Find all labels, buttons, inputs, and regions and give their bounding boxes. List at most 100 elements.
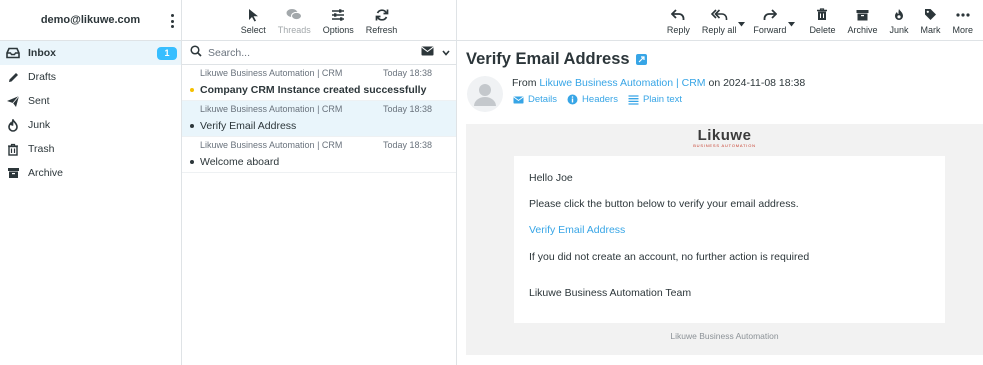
options-label: Options	[322, 25, 354, 35]
info-icon	[567, 94, 578, 105]
select-label: Select	[240, 25, 266, 35]
trash-icon	[816, 7, 828, 22]
list-toolbar: Select Threads Options Refresh	[182, 0, 456, 41]
tag-icon	[924, 7, 937, 22]
delete-label: Delete	[809, 25, 836, 35]
archive-icon	[856, 7, 869, 22]
reply-all-icon	[710, 7, 728, 22]
folder-sent[interactable]: Sent	[0, 89, 181, 113]
threads-button[interactable]: Threads	[272, 7, 317, 35]
forward-button[interactable]: Forward	[747, 7, 792, 35]
mail-content-card: Hello Joe Please click the button below …	[514, 156, 945, 323]
header-links: Details Headers Plain text	[513, 94, 682, 105]
message-from: Likuwe Business Automation | CRM	[200, 140, 343, 150]
folder-list: Inbox 1 Drafts Sent Junk Trash Archive	[0, 41, 181, 185]
sliders-icon	[331, 7, 345, 22]
unread-count-badge: 1	[157, 47, 177, 60]
reply-all-button[interactable]: Reply all	[696, 7, 743, 35]
kebab-icon[interactable]	[167, 13, 177, 29]
message-subject: Company CRM Instance created successfull…	[200, 84, 427, 96]
details-label: Details	[528, 94, 558, 105]
junk-label: Junk	[889, 25, 909, 35]
forward-dropdown-caret-icon[interactable]	[788, 18, 796, 30]
message-subject: Verify Email Address	[200, 120, 297, 132]
sender-link[interactable]: Likuwe Business Automation | CRM	[539, 77, 705, 89]
signature-text: Likuwe Business Automation Team	[529, 287, 692, 299]
folder-trash[interactable]: Trash	[0, 137, 181, 161]
junk-button[interactable]: Junk	[883, 7, 914, 35]
folder-label: Archive	[28, 167, 64, 179]
more-label: More	[952, 25, 973, 35]
ellipsis-icon	[956, 7, 970, 22]
folder-pane: demo@likuwe.com Inbox 1 Drafts Sent Junk…	[0, 0, 181, 365]
search-icon[interactable]	[190, 45, 202, 60]
forward-icon	[763, 7, 777, 22]
folder-inbox[interactable]: Inbox 1	[0, 41, 181, 65]
folder-junk[interactable]: Junk	[0, 113, 181, 137]
reply-icon	[671, 7, 685, 22]
message-subject: Welcome aboard	[200, 156, 280, 168]
trash-icon	[6, 142, 20, 156]
envelope-icon	[513, 96, 524, 103]
mail-footer: Likuwe Business Automation	[670, 331, 779, 341]
message-view-pane: Reply Reply all Forward Delete Archive J…	[457, 0, 983, 365]
headers-label: Headers	[582, 94, 618, 105]
forward-label: Forward	[753, 25, 787, 35]
folder-archive[interactable]: Archive	[0, 161, 181, 185]
inbox-icon	[6, 46, 20, 60]
open-in-new-window-icon[interactable]	[635, 54, 647, 65]
sent-date: on 2024-11-08 18:38	[708, 77, 806, 89]
reply-all-label: Reply all	[701, 25, 737, 35]
folder-label: Inbox	[28, 47, 56, 59]
company-logo: Likuwe BUSINESS AUTOMATION	[466, 127, 983, 148]
folder-label: Drafts	[28, 71, 57, 83]
message-list-pane: Select Threads Options Refresh Search...…	[182, 0, 456, 365]
sender-line: From Likuwe Business Automation | CRM on…	[512, 77, 805, 89]
archive-label: Archive	[847, 25, 878, 35]
headers-link[interactable]: Headers	[567, 94, 618, 105]
mail-toolbar: Reply Reply all Forward Delete Archive J…	[457, 0, 983, 41]
read-dot-icon	[190, 160, 194, 164]
mark-button[interactable]: Mark	[914, 7, 946, 35]
mail-subject-text: Verify Email Address	[466, 50, 630, 68]
refresh-icon	[375, 7, 389, 22]
verify-email-link[interactable]: Verify Email Address	[529, 224, 625, 236]
mail-header: Verify Email Address From Likuwe Busines…	[457, 41, 983, 125]
message-row[interactable]: Likuwe Business Automation | CRM Today 1…	[182, 101, 456, 137]
fire-icon	[893, 7, 905, 22]
archive-icon	[6, 166, 20, 180]
comments-icon	[286, 7, 303, 22]
cursor-icon	[248, 7, 259, 22]
message-row[interactable]: Likuwe Business Automation | CRM Today 1…	[182, 137, 456, 173]
folder-label: Trash	[28, 143, 55, 155]
plain-text-link[interactable]: Plain text	[628, 94, 682, 105]
account-header: demo@likuwe.com	[0, 0, 181, 41]
note-text: If you did not create an account, no fur…	[529, 251, 810, 263]
archive-button[interactable]: Archive	[841, 7, 883, 35]
threads-label: Threads	[277, 25, 311, 35]
unread-dot-icon	[190, 88, 194, 92]
logo-subtext: BUSINESS AUTOMATION	[693, 143, 756, 148]
pencil-icon	[6, 70, 20, 84]
message-list: Likuwe Business Automation | CRM Today 1…	[182, 65, 456, 173]
select-button[interactable]: Select	[235, 7, 272, 35]
more-button[interactable]: More	[946, 7, 979, 35]
search-input[interactable]	[208, 46, 408, 59]
details-link[interactable]: Details	[513, 94, 557, 105]
chevron-down-icon[interactable]	[442, 47, 450, 59]
account-name: demo@likuwe.com	[40, 14, 141, 26]
refresh-button[interactable]: Refresh	[360, 7, 404, 35]
options-button[interactable]: Options	[317, 7, 360, 35]
reply-button[interactable]: Reply	[661, 7, 696, 35]
folder-label: Junk	[28, 119, 51, 131]
message-row[interactable]: Likuwe Business Automation | CRM Today 1…	[182, 65, 456, 101]
folder-drafts[interactable]: Drafts	[0, 65, 181, 89]
read-dot-icon	[190, 124, 194, 128]
mail-subject: Verify Email Address	[466, 50, 647, 69]
plain-text-label: Plain text	[642, 94, 683, 105]
message-from: Likuwe Business Automation | CRM	[200, 68, 343, 78]
envelope-icon[interactable]	[421, 46, 434, 59]
message-date: Today 18:38	[382, 104, 432, 114]
delete-button[interactable]: Delete	[803, 7, 841, 35]
lines-icon	[628, 94, 639, 105]
